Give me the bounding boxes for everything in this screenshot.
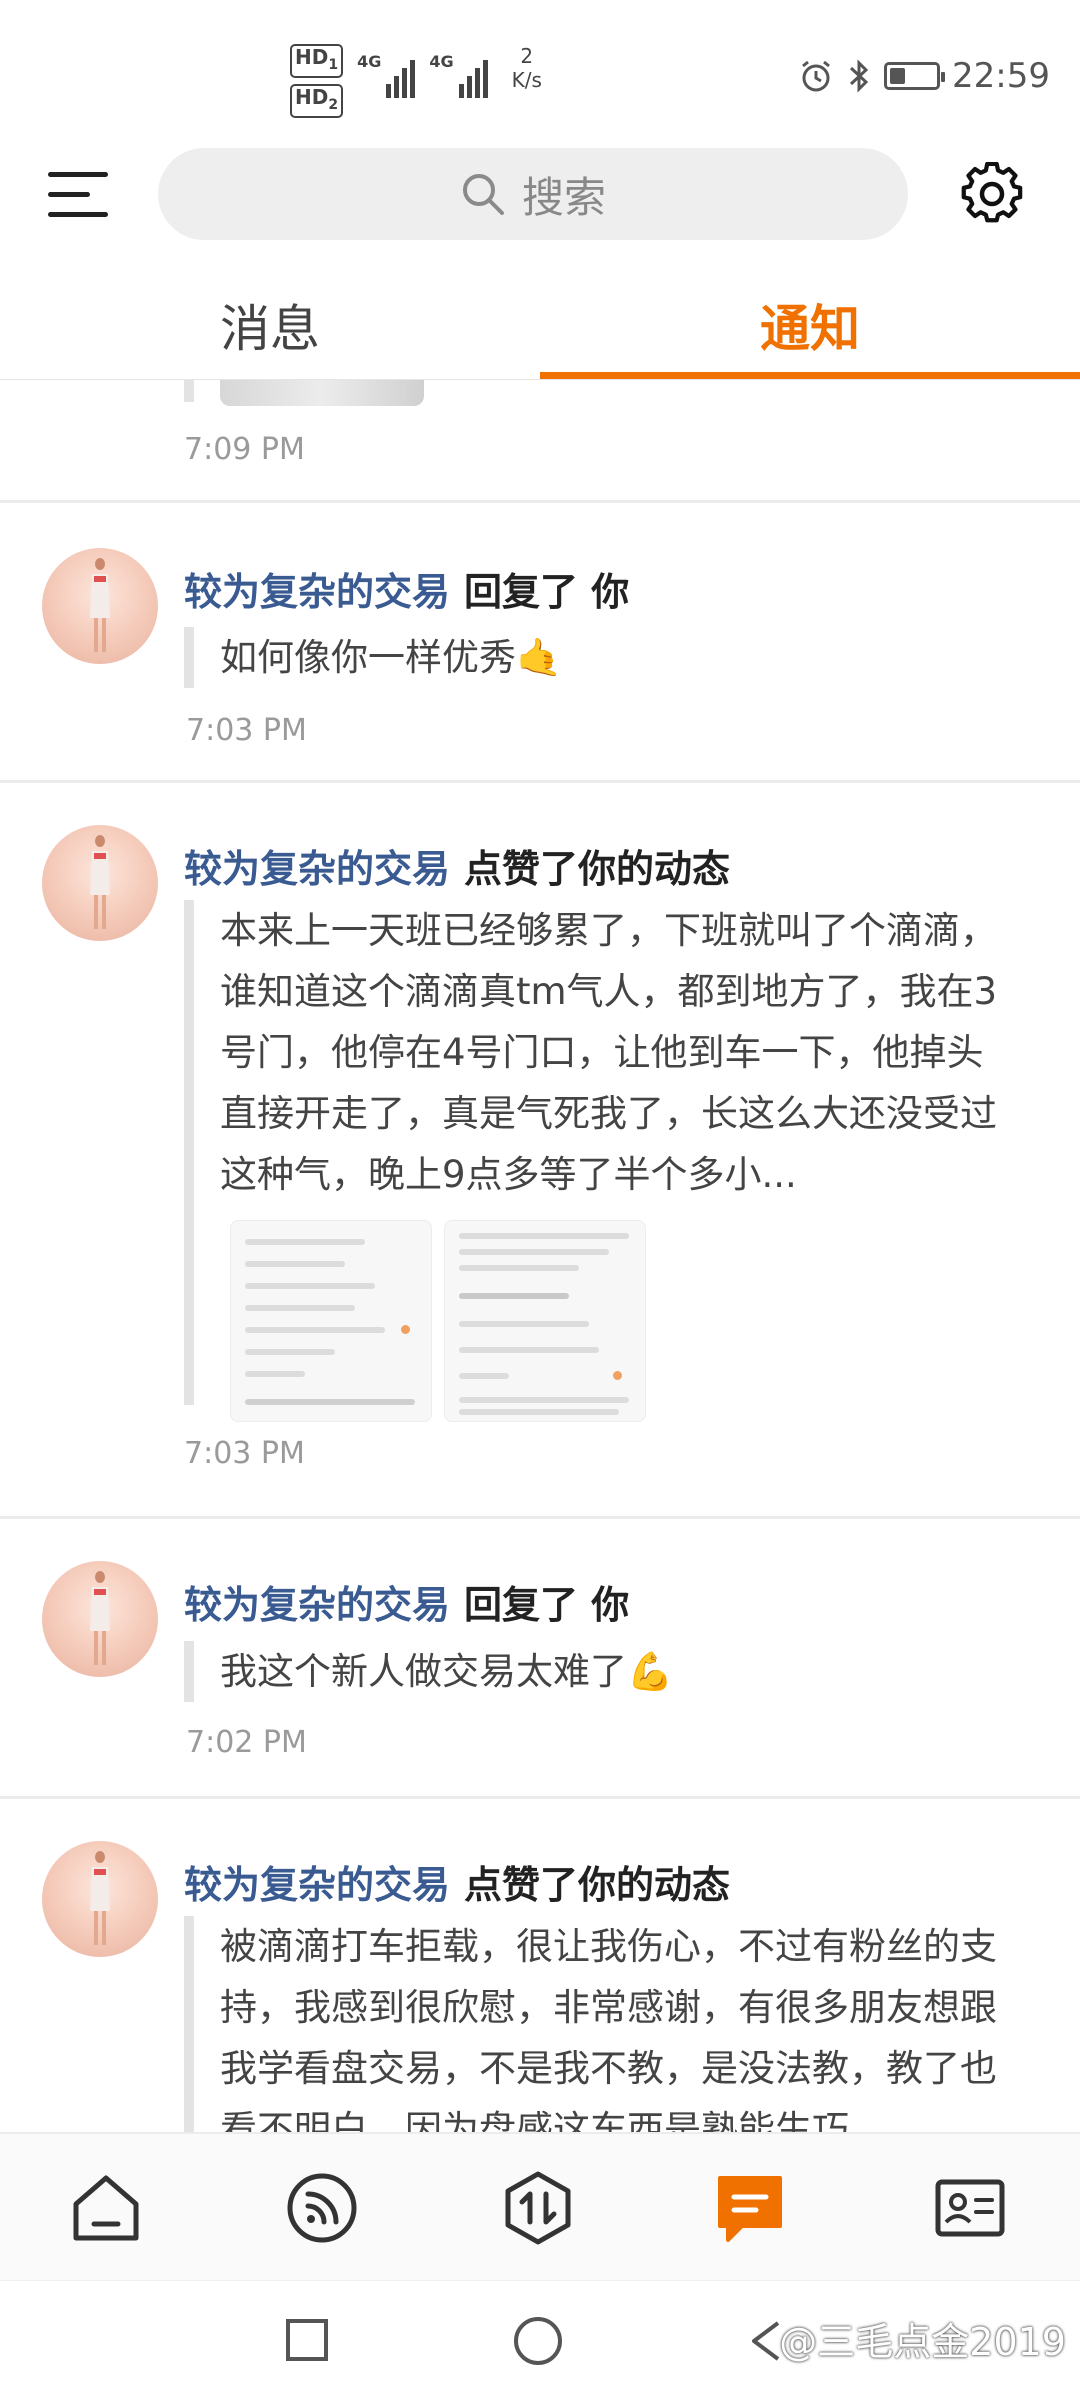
system-nav-bar: @三毛点金2019 [0,2280,1080,2401]
quoted-content[interactable]: 本来上一天班已经够累了，下班就叫了个滴滴，谁知道这个滴滴真tm气人，都到地方了，… [184,900,1020,1422]
username[interactable]: 较为复杂的交易 [184,1863,450,1907]
home-circle-icon[interactable] [512,2315,564,2367]
message-icon[interactable] [712,2170,788,2246]
signal-icon-2: 4G [429,52,488,98]
avatar[interactable] [42,548,158,664]
tab-messages[interactable]: 消息 [0,270,540,380]
notification-item[interactable]: 7:09 PM [0,380,1080,502]
active-tab-indicator [540,372,1080,379]
avatar[interactable] [42,1841,158,1957]
profile-card-icon[interactable] [932,2170,1008,2246]
status-bar: HD1 HD2 4G 4G 2 K/s 22:59 [0,0,1080,140]
gear-icon[interactable] [960,162,1024,226]
image-thumbnail[interactable] [230,1220,432,1422]
reply-text: 我这个新人做交易太难了 [220,1650,627,1693]
image-thumbnail[interactable] [220,380,424,406]
action-text: 回复了 你 [464,1583,630,1627]
notification-list[interactable]: 7:09 PM 较为复杂的交易回复了 你 如何像你一样优秀🤙 7:03 PM [0,380,1080,2132]
search-bar[interactable]: 搜索 [158,148,908,240]
hd-badge-1: HD1 [290,44,344,78]
action-text: 点赞了你的动态 [464,847,731,891]
action-text: 回复了 你 [464,570,630,614]
home-icon[interactable] [68,2170,144,2246]
alarm-icon [802,60,830,92]
notification-time: 7:09 PM [184,432,305,467]
notification-title: 较为复杂的交易 点赞了你的动态 [184,838,730,893]
network-speed: 2 K/s [511,44,542,92]
clock-time: 22:59 [952,56,1050,96]
quoted-content[interactable]: 被滴滴打车拒载，很让我伤心，不过有粉丝的支持，我感到很欣慰，非常感谢，有很多朋友… [184,1916,1020,2132]
status-bar-right: 22:59 [798,56,1050,96]
image-thumbnail[interactable] [444,1220,646,1422]
notification-item[interactable]: 较为复杂的交易 回复了 你 如何像你一样优秀🤙 7:03 PM [0,503,1080,780]
post-excerpt: 本来上一天班已经够累了，下班就叫了个滴滴，谁知道这个滴滴真tm气人，都到地方了，… [220,909,998,1196]
username[interactable]: 较为复杂的交易 [184,570,450,614]
bottom-navigation [0,2132,1080,2282]
notification-title: 较为复杂的交易 点赞了你的动态 [184,1854,730,1909]
hd-badge-2: HD2 [290,84,344,118]
battery-icon [884,62,946,90]
avatar[interactable] [42,1561,158,1677]
tab-notifications[interactable]: 通知 [540,270,1080,380]
recents-icon[interactable] [284,2317,330,2363]
username[interactable]: 较为复杂的交易 [184,1583,450,1627]
notification-time: 7:03 PM [184,1436,305,1471]
notification-time: 7:03 PM [186,713,307,748]
notification-title: 较为复杂的交易 回复了 你 [184,1574,629,1629]
avatar-figure [90,1851,110,1945]
notification-item[interactable]: 较为复杂的交易 回复了 你 我这个新人做交易太难了💪 7:02 PM [0,1519,1080,1796]
username[interactable]: 较为复杂的交易 [184,847,450,891]
search-placeholder: 搜索 [521,172,606,222]
tab-bar: 消息 通知 [0,270,1080,380]
notification-item[interactable]: 较为复杂的交易 点赞了你的动态 被滴滴打车拒载，很让我伤心，不过有粉丝的支持，我感… [0,1799,1080,2132]
bluetooth-icon [849,59,869,93]
signal-icon: 4G [357,52,416,98]
quoted-content[interactable]: 如何像你一样优秀🤙 [184,627,562,688]
menu-button[interactable] [48,168,108,222]
action-text: 点赞了你的动态 [464,1863,731,1907]
notification-title: 较为复杂的交易 回复了 你 [184,561,629,616]
avatar-figure [90,835,110,929]
quote-bar [184,380,194,402]
quoted-content[interactable]: 我这个新人做交易太难了💪 [184,1641,673,1702]
status-bar-left: HD1 HD2 4G 4G 2 K/s [290,44,542,118]
trade-icon[interactable] [500,2170,576,2246]
emoji: 🤙 [516,636,563,679]
feed-icon[interactable] [284,2170,360,2246]
avatar-figure [90,1571,110,1665]
watermark: @三毛点金2019 [779,2320,1066,2364]
notification-item[interactable]: 较为复杂的交易 点赞了你的动态 本来上一天班已经够累了，下班就叫了个滴滴，谁知道这… [0,783,1080,1516]
reply-text: 如何像你一样优秀 [220,636,516,679]
post-excerpt: 被滴滴打车拒载，很让我伤心，不过有粉丝的支持，我感到很欣慰，非常感谢，有很多朋友… [220,1925,997,2132]
notification-time: 7:02 PM [186,1725,307,1760]
search-icon [462,174,504,215]
avatar-figure [90,558,110,652]
avatar[interactable] [42,825,158,941]
emoji: 💪 [627,1650,674,1693]
